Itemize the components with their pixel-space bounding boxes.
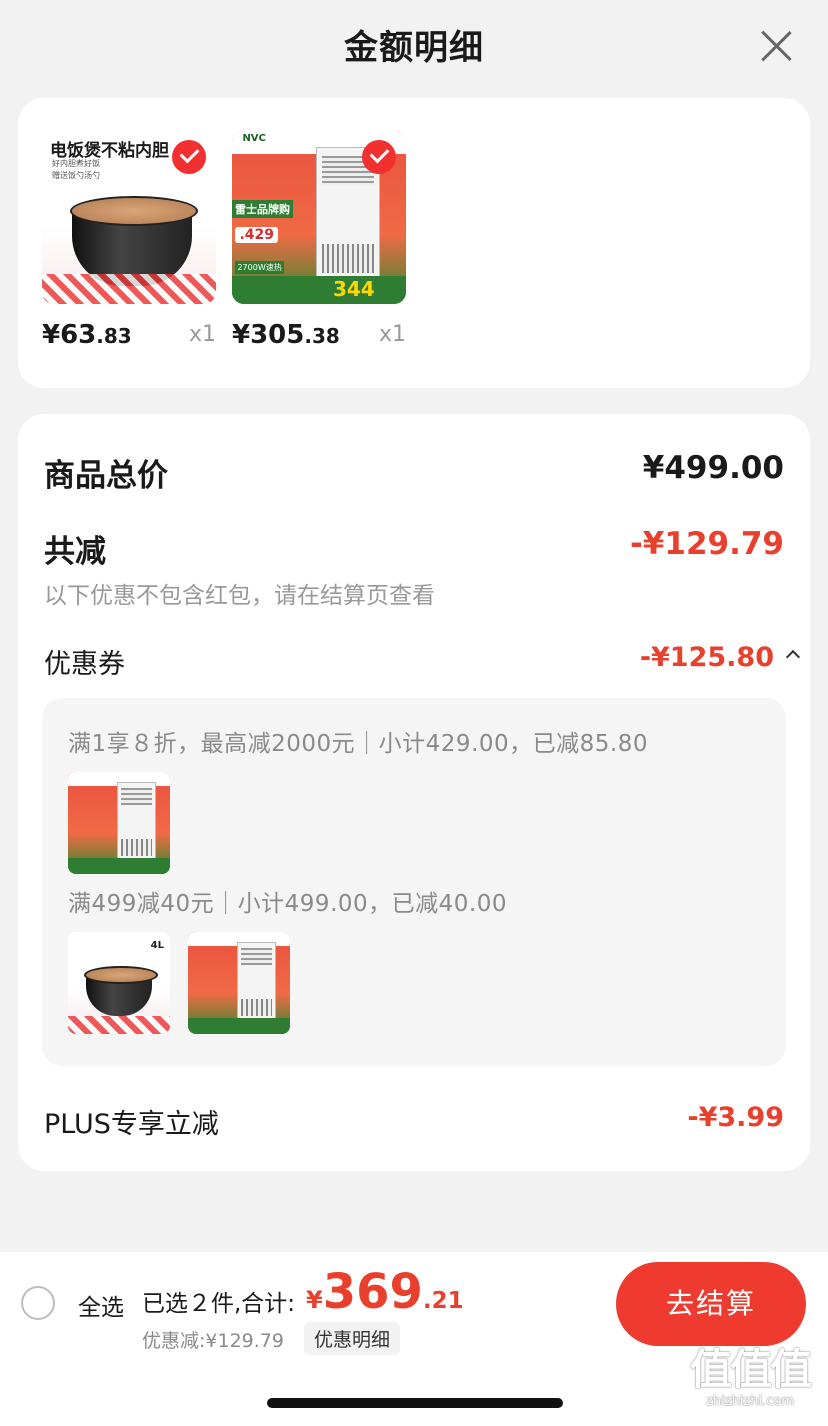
plus-value: -¥3.99 bbox=[687, 1102, 784, 1133]
plus-row: PLUS专享立减 -¥3.99 bbox=[44, 1102, 784, 1140]
total-price: ¥369.21 bbox=[306, 1264, 464, 1320]
pot-size-label: 4L bbox=[150, 940, 164, 951]
coupon-rule: 满1享８折，最高减2000元｜小计429.00，已减85.80 bbox=[68, 731, 648, 757]
chevron-up-icon[interactable] bbox=[785, 649, 801, 665]
product-price: ¥63.83 bbox=[42, 320, 132, 350]
pot-image-sub: 好内胆煮好饭 bbox=[52, 159, 100, 168]
pot-rim bbox=[70, 196, 198, 226]
plus-label: PLUS专享立减 bbox=[44, 1109, 219, 1140]
checkout-button[interactable]: 去结算 bbox=[616, 1262, 806, 1346]
coupon-product-thumb bbox=[188, 932, 290, 1034]
select-all-radio[interactable] bbox=[21, 1286, 55, 1320]
product-qty: x1 bbox=[378, 322, 406, 347]
product-card: 电饭煲不粘内胆 好内胆煮好饭 赠送饭勺汤勺 ¥63.83 x1 NVC 雷士品牌… bbox=[18, 98, 810, 388]
coupon-value: -¥125.80 bbox=[639, 642, 774, 673]
coupon-row[interactable]: 优惠券 -¥125.80 bbox=[44, 642, 801, 680]
product-item[interactable]: NVC 雷士品牌购 .429 2700W速热 344 ¥305.38 x1 bbox=[232, 130, 406, 350]
coupon-product-thumb: 4L bbox=[68, 932, 170, 1034]
reduce-value: -¥129.79 bbox=[629, 526, 784, 562]
header: 金额明细 bbox=[0, 0, 828, 92]
reduce-note: 以下优惠不包含红包，请在结算页查看 bbox=[44, 583, 435, 609]
home-indicator[interactable] bbox=[267, 1398, 563, 1408]
product-image-pot[interactable]: 电饭煲不粘内胆 好内胆煮好饭 赠送饭勺汤勺 bbox=[42, 130, 216, 304]
discount-text: 优惠减:¥129.79 bbox=[142, 1330, 284, 1352]
page-title: 金额明细 bbox=[344, 28, 484, 68]
brand-logo: NVC bbox=[242, 133, 266, 145]
discount-detail-button[interactable]: 优惠明细 bbox=[304, 1322, 401, 1355]
watermark: 值值值 zhizhizhi.com bbox=[676, 1345, 824, 1410]
promo-feature: 2700W速热 bbox=[235, 261, 284, 275]
watermark-logo: 值值值 bbox=[689, 1345, 812, 1394]
reduce-row: 共减 -¥129.79 bbox=[44, 526, 784, 570]
promo-price: .429 bbox=[235, 227, 279, 244]
select-all-label[interactable]: 全选 bbox=[78, 1288, 124, 1322]
coupon-rule: 满499减40元｜小计499.00，已减40.00 bbox=[68, 891, 507, 917]
checked-icon[interactable] bbox=[172, 140, 206, 174]
coupon-details: 满1享８折，最高减2000元｜小计429.00，已减85.80 满499减40元… bbox=[42, 698, 786, 1066]
product-price: ¥305.38 bbox=[232, 320, 340, 350]
product-item[interactable]: 电饭煲不粘内胆 好内胆煮好饭 赠送饭勺汤勺 ¥63.83 x1 bbox=[42, 130, 216, 350]
watermark-url: zhizhizhi.com bbox=[706, 1394, 794, 1409]
close-icon[interactable] bbox=[758, 28, 794, 64]
checked-icon[interactable] bbox=[362, 140, 396, 174]
pot-image-sub: 赠送饭勺汤勺 bbox=[52, 171, 100, 180]
product-image-heater[interactable]: NVC 雷士品牌购 .429 2700W速热 344 bbox=[232, 130, 406, 304]
coupon-product-thumb bbox=[68, 772, 170, 874]
promo-tag: 雷士品牌购 bbox=[232, 199, 293, 218]
total-row: 商品总价 ¥499.00 bbox=[44, 450, 784, 494]
product-qty: x1 bbox=[188, 322, 216, 347]
promo-number: 344 bbox=[332, 276, 375, 301]
tablecloth bbox=[42, 274, 216, 304]
summary-card: 商品总价 ¥499.00 共减 -¥129.79 以下优惠不包含红包，请在结算页… bbox=[18, 414, 810, 1171]
selected-count: 已选２件,合计: bbox=[142, 1291, 296, 1317]
total-value: ¥499.00 bbox=[642, 450, 784, 486]
